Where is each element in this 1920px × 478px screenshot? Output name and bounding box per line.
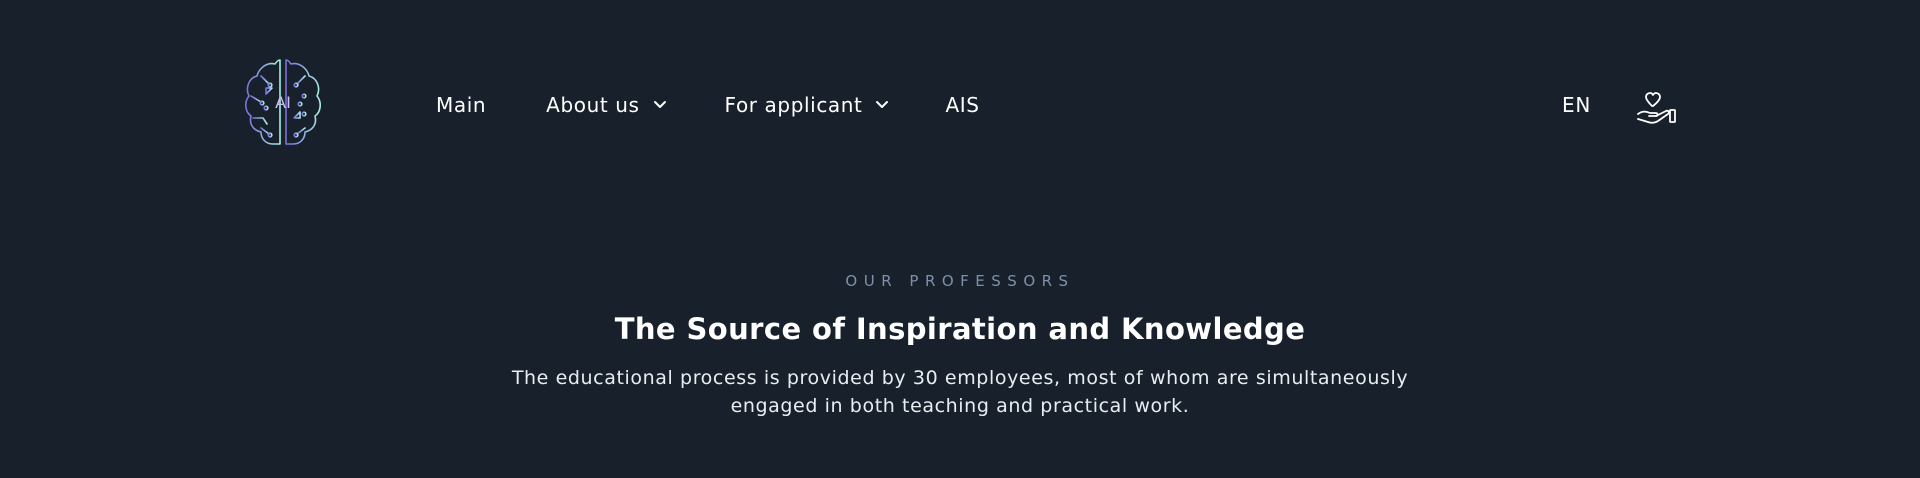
main-nav: Main About us For applicant AIS [436,90,980,120]
chevron-down-icon [653,101,666,108]
professors-section: OUR PROFESSORS The Source of Inspiration… [0,260,1920,420]
section-subtitle: The educational process is provided by 3… [511,367,1409,417]
logo-text: AI [275,93,291,112]
nav-item-for-applicant-label: For applicant [724,93,863,117]
nav-item-main[interactable]: Main [436,93,486,117]
donate-button[interactable] [1636,92,1676,128]
nav-item-about-us-label: About us [546,93,640,117]
section-eyebrow: OUR PROFESSORS [845,272,1075,290]
site-header: AI Main About us For applicant AIS EN [0,0,1920,160]
chevron-down-icon [876,101,889,108]
section-title: The Source of Inspiration and Knowledge [614,312,1306,346]
heart-in-hand-icon [1637,92,1676,124]
brain-circuit-logo-icon: AI [245,59,321,145]
nav-item-ais-label: AIS [945,93,980,117]
language-switcher[interactable]: EN [1562,93,1591,117]
nav-item-about-us[interactable]: About us [546,93,666,117]
nav-item-main-label: Main [436,93,487,117]
logo[interactable]: AI [241,58,325,146]
nav-item-for-applicant[interactable]: For applicant [725,93,890,117]
nav-item-ais[interactable]: AIS [945,93,979,117]
